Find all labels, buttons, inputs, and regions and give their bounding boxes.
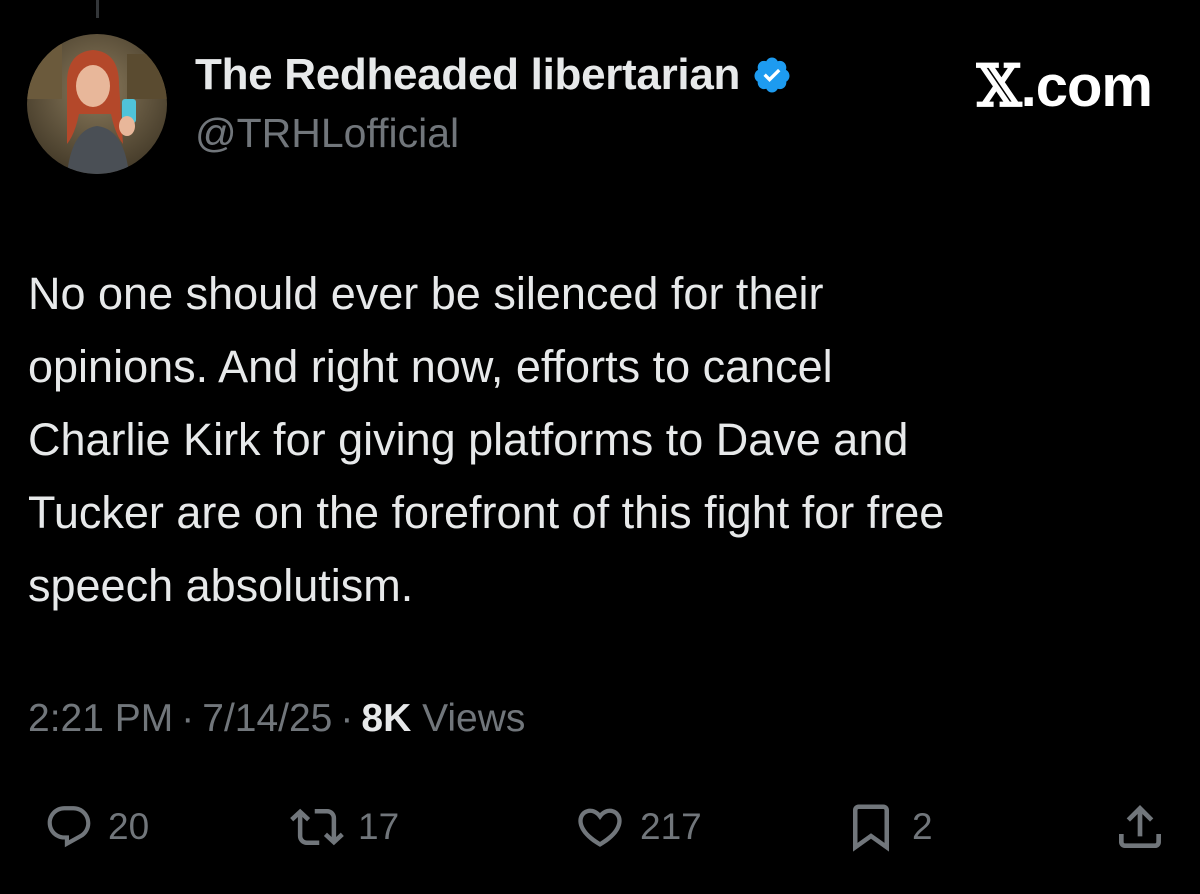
bookmark-icon [853, 804, 889, 852]
meta-separator: · [181, 697, 195, 740]
watermark-domain: .com [1020, 54, 1153, 119]
x-com-watermark: 𝕏.com [976, 52, 1153, 120]
repost-count: 17 [358, 806, 400, 847]
avatar[interactable] [27, 34, 167, 174]
tweet-meta: 2:21 PM · 7/14/25 · 8K Views [28, 697, 525, 741]
tweet-text-line: No one should ever be silenced for their [28, 268, 824, 319]
reply-count: 20 [108, 806, 150, 847]
x-logo-icon: 𝕏 [976, 52, 1022, 120]
bookmark-button[interactable]: 2 [844, 795, 933, 859]
views-label[interactable]: Views [422, 697, 525, 740]
author-handle[interactable]: @TRHLofficial [195, 110, 459, 157]
tweet-text: No one should ever be silenced for their… [28, 257, 1178, 622]
author-display-name[interactable]: The Redheaded libertarian [195, 50, 740, 100]
tweet-text-line: Charlie Kirk for giving platforms to Dav… [28, 414, 909, 465]
meta-separator: · [340, 697, 354, 740]
share-button[interactable] [1112, 795, 1168, 859]
author-name-row[interactable]: The Redheaded libertarian [195, 50, 792, 100]
tweet-actions-bar: 20 17 217 2 [0, 795, 1200, 865]
thread-connector-line [96, 0, 99, 18]
tweet-text-line: opinions. And right now, efforts to canc… [28, 341, 833, 392]
bookmark-count: 2 [912, 806, 933, 847]
reply-icon [47, 806, 91, 848]
verified-badge-icon [752, 55, 792, 95]
avatar-image [27, 34, 167, 174]
repost-button[interactable]: 17 [290, 795, 399, 859]
like-button[interactable]: 217 [574, 795, 702, 859]
reply-button[interactable]: 20 [44, 795, 149, 859]
like-count: 217 [640, 806, 702, 847]
tweet-date[interactable]: 7/14/25 [202, 697, 332, 740]
heart-icon [578, 808, 622, 847]
repost-icon [290, 808, 344, 846]
tweet-text-line: Tucker are on the forefront of this figh… [28, 487, 945, 538]
share-icon [1119, 805, 1161, 848]
tweet-text-line: speech absolutism. [28, 560, 414, 611]
tweet-time[interactable]: 2:21 PM [28, 697, 173, 740]
views-count[interactable]: 8K [361, 697, 411, 740]
